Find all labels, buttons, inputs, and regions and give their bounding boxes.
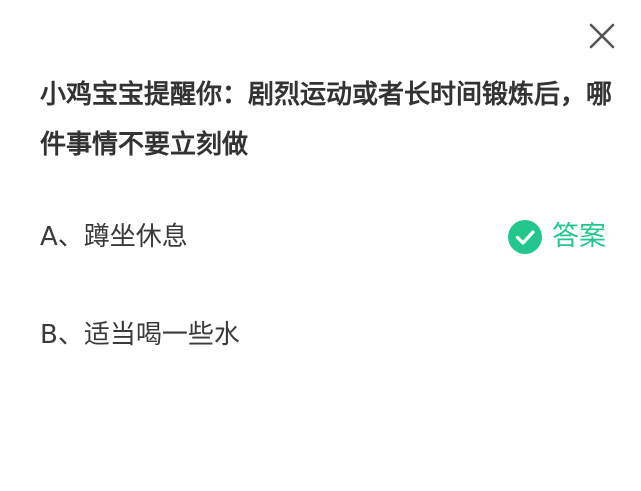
answer-badge[interactable]: 答案 [508,218,606,256]
question-text: 小鸡宝宝提醒你：剧烈运动或者长时间锻炼后，哪件事情不要立刻做 [40,80,613,160]
answer-label: 答案 [552,221,606,252]
close-button[interactable] [587,21,617,51]
close-icon [589,23,615,49]
check-circle-icon [508,220,542,254]
option-a[interactable]: A、蹲坐休息 [40,217,188,257]
option-b[interactable]: B、适当喝一些水 [40,315,240,355]
